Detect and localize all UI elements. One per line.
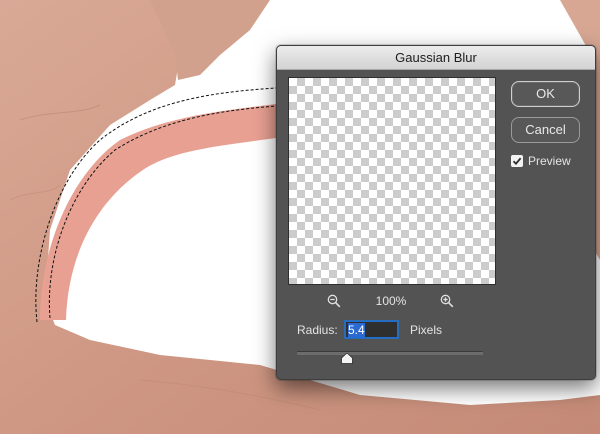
zoom-in-icon[interactable] <box>440 294 454 308</box>
radius-slider-thumb[interactable] <box>341 353 353 364</box>
pixels-unit-label: Pixels <box>410 323 443 337</box>
radius-slider-track[interactable] <box>297 351 483 355</box>
preview-checkbox[interactable]: Preview <box>511 154 591 170</box>
radius-label: Radius: <box>297 323 338 337</box>
cancel-button[interactable]: Cancel <box>511 117 580 143</box>
ok-button[interactable]: OK <box>511 81 580 107</box>
radius-input[interactable]: 5.4 <box>345 321 398 338</box>
checkmark-icon[interactable] <box>511 155 523 167</box>
zoom-level: 100% <box>375 294 407 308</box>
dialog-title: Gaussian Blur <box>277 46 595 70</box>
zoom-out-icon[interactable] <box>327 294 341 308</box>
gaussian-blur-dialog: Gaussian Blur 100% OK Cancel Preview Rad… <box>276 45 596 380</box>
preview-label: Preview <box>528 154 571 168</box>
radius-value: 5.4 <box>348 323 365 337</box>
preview-canvas[interactable] <box>288 77 496 285</box>
